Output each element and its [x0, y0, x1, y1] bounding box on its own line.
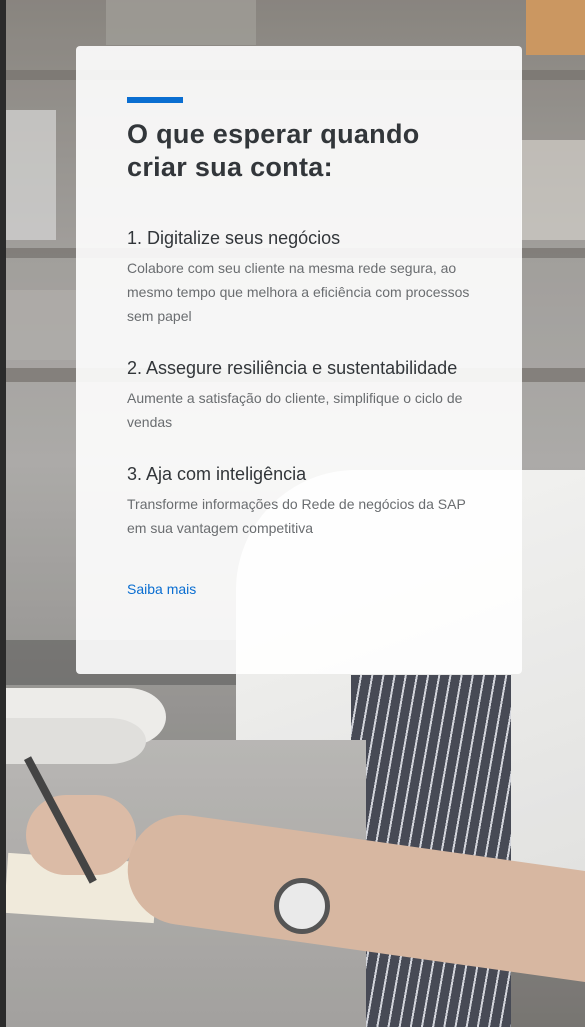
accent-bar: [127, 97, 183, 103]
step-description: Colabore com seu cliente na mesma rede s…: [127, 260, 470, 324]
card-title: O que esperar quando criar sua conta:: [127, 119, 420, 182]
step-description: Aumente a satisfação do cliente, simplif…: [127, 390, 463, 430]
steps-list: 1. Digitalize seus negócios Colabore com…: [127, 228, 471, 540]
step-item: 2. Assegure resiliência e sustentabilida…: [127, 358, 471, 434]
learn-more-link[interactable]: Saiba mais: [127, 581, 196, 597]
step-description: Transforme informações do Rede de negóci…: [127, 496, 466, 536]
step-title: 2. Assegure resiliência e sustentabilida…: [127, 358, 458, 378]
step-title: 3. Aja com inteligência: [127, 464, 307, 484]
step-item: 1. Digitalize seus negócios Colabore com…: [127, 228, 471, 328]
step-title: 1. Digitalize seus negócios: [127, 228, 341, 248]
step-item: 3. Aja com inteligência Transforme infor…: [127, 464, 471, 540]
info-card: O que esperar quando criar sua conta: 1.…: [76, 46, 522, 674]
